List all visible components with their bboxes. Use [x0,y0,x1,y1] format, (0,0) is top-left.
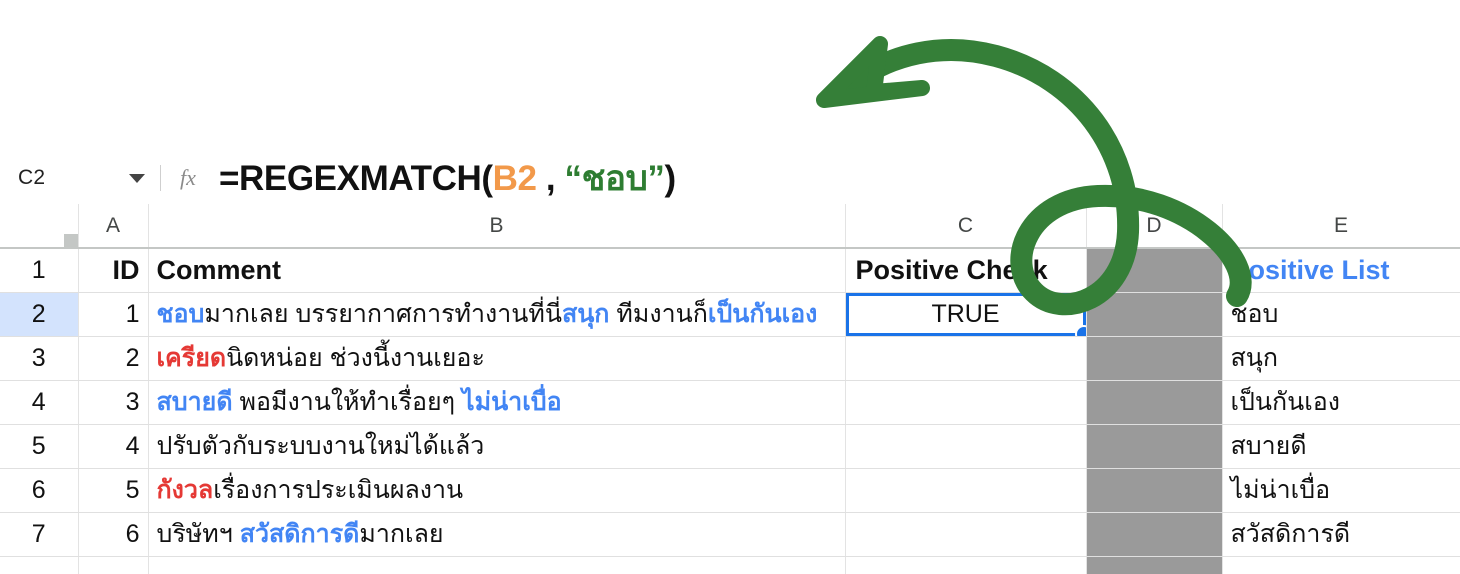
row-header-5[interactable]: 5 [0,424,79,469]
column-header-b[interactable]: B [148,204,846,249]
name-box[interactable]: C2 [0,166,120,190]
table-row: 5 4 ปรับตัวกับระบบงานใหม่ได้แล้ว สบายดี [0,424,1460,469]
row-header-2[interactable]: 2 [0,292,79,337]
cell-d4[interactable] [1086,380,1223,425]
chevron-down-icon[interactable] [120,173,154,183]
row-header-6[interactable]: 6 [0,468,79,513]
comment-text: บริษัทฯ สวัสดิการดีมากเลย [156,520,444,548]
cell-b8[interactable] [148,556,846,574]
cell-e3[interactable]: สนุก [1222,336,1460,381]
cell-c8[interactable] [845,556,1087,574]
cell-a1[interactable]: ID [78,248,149,293]
formula-suffix: ) [664,158,677,198]
table-row: 7 6 บริษัทฯ สวัสดิการดีมากเลย สวัสดิการด… [0,512,1460,557]
cell-a6[interactable]: 5 [78,468,149,513]
cell-e6[interactable]: ไม่น่าเบื่อ [1222,468,1460,513]
cell-d7[interactable] [1086,512,1223,557]
cell-d8[interactable] [1086,556,1223,574]
cell-d5[interactable] [1086,424,1223,469]
cell-e2[interactable]: ชอบ [1222,292,1460,337]
spreadsheet-screenshot: C2 fx =REGEXMATCH(B2 , “ชอบ”) A B C D E [0,0,1460,574]
cell-c7[interactable] [845,512,1087,557]
cell-b7[interactable]: บริษัทฯ สวัสดิการดีมากเลย [148,512,846,557]
cell-c6[interactable] [845,468,1087,513]
formula-prefix: =REGEXMATCH( [219,158,493,198]
formula-cell-reference: B2 [492,158,537,198]
comment-text: กังวลเรื่องการประเมินผลงาน [156,476,464,504]
cell-b6[interactable]: กังวลเรื่องการประเมินผลงาน [148,468,846,513]
column-header-row: A B C D E [0,204,1460,249]
table-row: 3 2 เครียดนิดหน่อย ช่วงนี้งานเยอะ สนุก [0,336,1460,381]
cell-a3[interactable]: 2 [78,336,149,381]
cell-c3[interactable] [845,336,1087,381]
table-row: 4 3 สบายดี พอมีงานให้ทำเรื่อยๆ ไม่น่าเบื… [0,380,1460,425]
cell-b5[interactable]: ปรับตัวกับระบบงานใหม่ได้แล้ว [148,424,846,469]
column-header-a[interactable]: A [78,204,149,249]
cell-c2-selected[interactable]: TRUE [845,292,1087,337]
row-header-3[interactable]: 3 [0,336,79,381]
select-all-corner[interactable] [0,204,79,249]
fx-icon: fx [180,165,196,190]
cell-e8[interactable] [1222,556,1460,574]
cell-a4[interactable]: 3 [78,380,149,425]
cell-a8[interactable] [78,556,149,574]
cell-c1[interactable]: Positive Check [845,248,1087,293]
table-row: 6 5 กังวลเรื่องการประเมินผลงาน ไม่น่าเบื… [0,468,1460,513]
cell-d2[interactable] [1086,292,1223,337]
cell-b2[interactable]: ชอบมากเลย บรรยากาศการทำงานที่นี่สนุก ทีม… [148,292,846,337]
cell-c4[interactable] [845,380,1087,425]
cell-d3[interactable] [1086,336,1223,381]
row-header-4[interactable]: 4 [0,380,79,425]
table-row: 1 ID Comment Positive Check Positive Lis… [0,248,1460,293]
cell-a2[interactable]: 1 [78,292,149,337]
cell-e5[interactable]: สบายดี [1222,424,1460,469]
cell-d1[interactable] [1086,248,1223,293]
cell-a7[interactable]: 6 [78,512,149,557]
row-header-1[interactable]: 1 [0,248,79,293]
row-header-7[interactable]: 7 [0,512,79,557]
cell-e7[interactable]: สวัสดิการดี [1222,512,1460,557]
cell-c5[interactable] [845,424,1087,469]
comment-text: สบายดี พอมีงานให้ทำเรื่อยๆ ไม่น่าเบื่อ [156,388,562,416]
formula-string-literal: “ชอบ” [564,158,665,198]
column-header-e[interactable]: E [1222,204,1460,249]
table-row-partial [0,556,1460,574]
column-header-d[interactable]: D [1086,204,1223,249]
cell-b4[interactable]: สบายดี พอมีงานให้ทำเรื่อยๆ ไม่น่าเบื่อ [148,380,846,425]
cell-value: TRUE [931,299,1000,328]
table-row: 2 1 ชอบมากเลย บรรยากาศการทำงานที่นี่สนุก… [0,292,1460,337]
toolbar-divider [160,165,161,191]
formula-input[interactable]: =REGEXMATCH(B2 , “ชอบ”) [219,151,676,206]
cell-b3[interactable]: เครียดนิดหน่อย ช่วงนี้งานเยอะ [148,336,846,381]
formula-bar: C2 fx =REGEXMATCH(B2 , “ชอบ”) [0,152,1460,204]
sheet-grid[interactable]: A B C D E 1 ID Comment Positive Check Po… [0,204,1460,574]
comment-text: ชอบมากเลย บรรยากาศการทำงานที่นี่สนุก ทีม… [156,300,818,328]
cell-a5[interactable]: 4 [78,424,149,469]
fill-handle[interactable] [1074,324,1085,335]
cell-b1[interactable]: Comment [148,248,846,293]
comment-text: ปรับตัวกับระบบงานใหม่ได้แล้ว [156,432,485,460]
cell-d6[interactable] [1086,468,1223,513]
cell-e1[interactable]: Positive List [1222,248,1460,293]
cell-e4[interactable]: เป็นกันเอง [1222,380,1460,425]
row-header-partial[interactable] [0,556,79,574]
formula-separator: , [536,158,565,198]
comment-text: เครียดนิดหน่อย ช่วงนี้งานเยอะ [156,344,485,372]
column-header-c[interactable]: C [845,204,1087,249]
